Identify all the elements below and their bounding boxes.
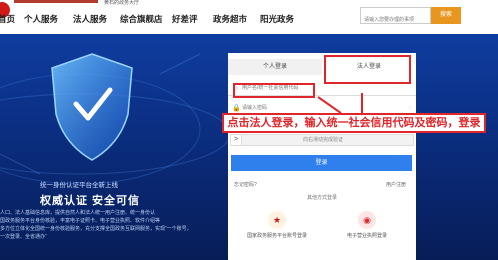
site-title-strip bbox=[14, 0, 98, 3]
shield-icon bbox=[51, 53, 133, 161]
eye-icon[interactable]: ◌ bbox=[408, 104, 412, 113]
search-input[interactable] bbox=[361, 12, 433, 28]
forgot-password-link[interactable]: 忘记密码? bbox=[234, 181, 257, 188]
nav-item-market[interactable]: 政务超市 bbox=[213, 14, 247, 24]
method-label: 国家政务服务平台账号登录 bbox=[246, 233, 307, 239]
lock-icon: 🔒 bbox=[232, 105, 241, 112]
password-input[interactable] bbox=[242, 103, 402, 113]
slide-verify[interactable]: 向右滑动完成验证 > bbox=[230, 134, 414, 146]
nav-item-sunshine[interactable]: 阳光政务 bbox=[260, 14, 294, 24]
nav-item-home[interactable]: 首页 bbox=[0, 14, 15, 24]
instruction-callout: 点击法人登录，输入统一社会信用代码及密码，登录 bbox=[222, 113, 486, 133]
hero-tagline: 统一身份认证平台全新上线 bbox=[40, 182, 118, 189]
hero-description-line: 多方位立体化全国统一身份核验服务，充分支撑全国政务互联网服务，实现“一个账号， bbox=[0, 226, 192, 232]
nav-item-personal[interactable]: 个人服务 bbox=[24, 14, 58, 24]
other-login-heading: 其他方式登录 bbox=[306, 195, 337, 201]
hero-headline: 权威认证 安全可信 bbox=[40, 195, 141, 207]
nav-item-legal[interactable]: 法人服务 bbox=[73, 14, 107, 24]
highlight-legal-tab bbox=[324, 55, 411, 84]
nav-item-flagship[interactable]: 综合旗舰店 bbox=[120, 14, 163, 24]
business-license-icon: ◉ bbox=[358, 211, 376, 229]
site-subtitle: 黄石的政务大厅 bbox=[104, 0, 140, 6]
site-header: 黄石的政务大厅 首页 个人服务 法人服务 综合旗舰店 好差评 政务超市 阳光政务… bbox=[0, 0, 498, 34]
arrow-line bbox=[361, 93, 363, 115]
hero-description-line: 国政务服务平台身份核验，丰富电子证照卡、电子营业执照、软件介绍等 bbox=[0, 218, 161, 224]
slide-verify-text: 向右滑动完成验证 bbox=[302, 137, 343, 143]
search-button[interactable]: 搜索 bbox=[431, 7, 461, 24]
business-license-login[interactable]: ◉ 电子营业执照登录 bbox=[332, 211, 402, 239]
highlight-username-field bbox=[233, 83, 315, 98]
register-link[interactable]: 用户注册 bbox=[386, 181, 406, 188]
tab-personal-login[interactable]: 个人登录 bbox=[228, 59, 322, 75]
slide-handle-icon[interactable]: > bbox=[231, 135, 242, 145]
search-box bbox=[360, 7, 433, 28]
emblem-icon: ★ bbox=[268, 211, 286, 229]
hero-description-line: 一次登录、全省通办” bbox=[0, 234, 47, 240]
hero-description: 人口、法人基础信息库，提供自然人和法人统一用户注册、统一身份认 国政务服务平台身… bbox=[0, 209, 200, 241]
method-label: 电子营业执照登录 bbox=[346, 233, 387, 239]
hero-description-line: 人口、法人基础信息库，提供自然人和法人统一用户注册、统一身份认 bbox=[0, 210, 156, 216]
login-button[interactable]: 登录 bbox=[231, 155, 412, 171]
national-platform-login[interactable]: ★ 国家政务服务平台账号登录 bbox=[242, 211, 312, 239]
nav-item-review[interactable]: 好差评 bbox=[172, 14, 198, 24]
